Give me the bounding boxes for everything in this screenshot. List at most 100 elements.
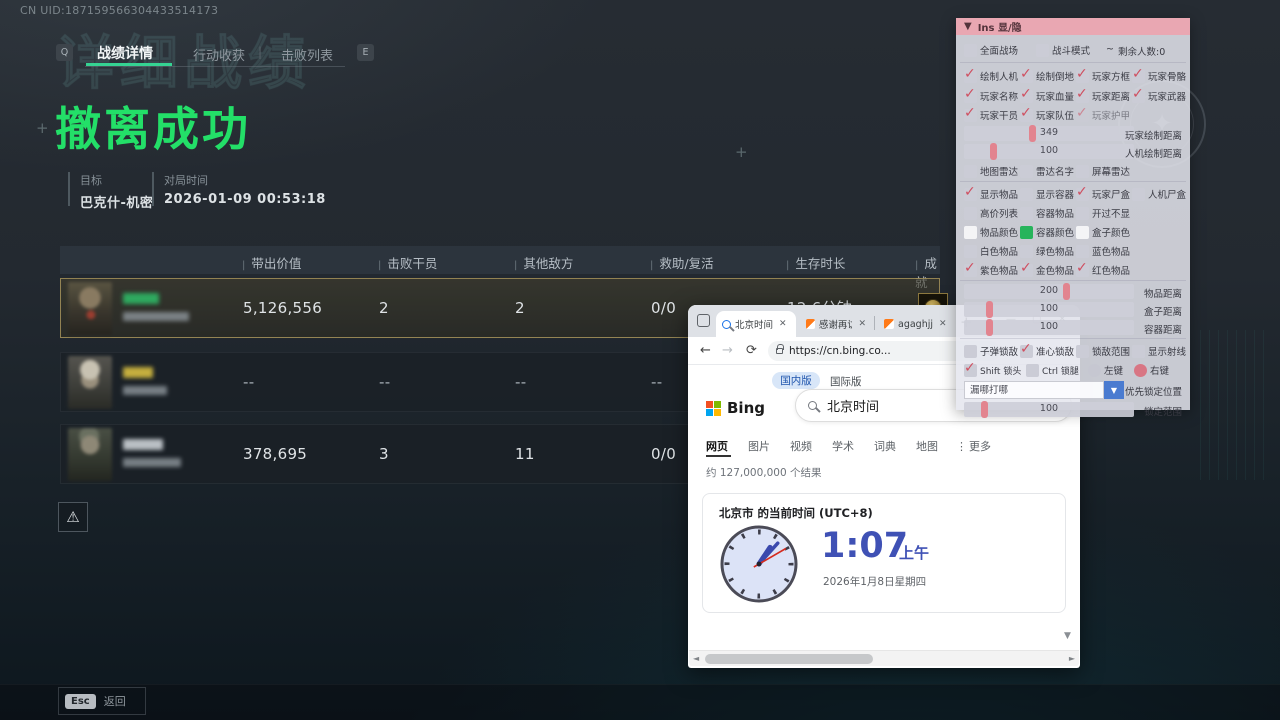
checkbox-label: 开过不显 (1092, 206, 1130, 220)
overlay-checkbox[interactable]: 蓝色物品 (1076, 243, 1130, 259)
close-tab-icon[interactable]: ✕ (858, 319, 866, 329)
slider-handle[interactable] (1063, 283, 1070, 300)
overlay-checkbox[interactable]: Ctrl 锁腿 (1026, 362, 1079, 378)
priority-dropdown[interactable]: 漏哪打哪 (964, 381, 1104, 399)
overlay-checkbox[interactable]: 屏幕雷达 (1076, 163, 1130, 179)
checkbox-label: 紫色物品 (980, 263, 1018, 277)
serp-tab-videos[interactable]: 视频 (790, 438, 812, 454)
slider-handle[interactable] (986, 301, 993, 318)
overlay-slider-row: 100 盒子距离 (964, 302, 1182, 318)
overlay-checkbox[interactable]: 玩家尸盒 (1076, 186, 1130, 202)
serp-tab-dictionary[interactable]: 词典 (874, 438, 896, 454)
slider-handle[interactable] (990, 143, 997, 160)
scroll-left-arrow-icon[interactable]: ◄ (693, 654, 699, 663)
overlay-checkbox[interactable]: 绘制人机 (964, 68, 1018, 84)
bing-logo-icon[interactable] (706, 401, 721, 416)
browser-tab-3[interactable]: agaghjj ✕ (878, 311, 954, 337)
collapse-triangle-icon[interactable]: ▼ (964, 21, 972, 32)
tab-kill-list[interactable]: 击败列表 (281, 45, 333, 64)
browser-tab-beijing-time[interactable]: 北京时间 ✕ (716, 311, 796, 337)
slider-track[interactable]: 200 (964, 284, 1134, 299)
overlay-checkbox[interactable]: 玩家血量 (1020, 88, 1074, 104)
overlay-checkbox[interactable]: 绿色物品 (1020, 243, 1074, 259)
scrollbar-thumb[interactable] (705, 654, 873, 664)
tab-layout-icon[interactable] (697, 314, 710, 327)
overlay-checkbox[interactable]: 地图雷达 (964, 163, 1018, 179)
overlay-header[interactable]: ▼ Ins 显/隐 (956, 18, 1190, 35)
overlay-checkbox[interactable]: 玩家护甲 (1076, 107, 1130, 123)
overlay-checkbox[interactable]: 白色物品 (964, 243, 1018, 259)
overlay-checkbox[interactable]: 玩家干员 (964, 107, 1018, 123)
overlay-checkbox[interactable]: 显示物品 (964, 186, 1018, 202)
version-domestic-pill[interactable]: 国内版 (772, 372, 820, 389)
cell-value: 378,695 (243, 425, 307, 483)
slider-handle[interactable] (981, 401, 988, 418)
overlay-checkbox[interactable]: Shift 锁头 (964, 362, 1021, 378)
overlay-checkbox[interactable]: 玩家队伍 (1020, 107, 1074, 123)
overlay-checkbox[interactable]: 紫色物品 (964, 262, 1018, 278)
checkbox-label: 准心锁敌 (1036, 344, 1074, 358)
serp-tab-more[interactable]: ⋮更多 (956, 438, 991, 454)
overlay-checkbox[interactable]: 战斗模式 (1036, 42, 1090, 58)
overlay-color-picker[interactable]: 物品颜色 (964, 224, 1018, 240)
overlay-checkbox[interactable]: 玩家名称 (964, 88, 1018, 104)
slider-track[interactable]: 100 (964, 320, 1134, 335)
serp-tab-images[interactable]: 图片 (748, 438, 770, 454)
overlay-checkbox[interactable]: 准心锁敌 (1020, 343, 1074, 359)
overlay-checkbox[interactable]: 玩家骨骼 (1132, 68, 1186, 84)
tab-operation-gains[interactable]: 行动收获 (193, 45, 245, 64)
close-tab-icon[interactable]: ✕ (779, 319, 787, 329)
color-swatch-icon[interactable] (1020, 226, 1033, 239)
overlay-radio[interactable]: 左键 (1088, 362, 1123, 378)
slider-handle[interactable] (986, 319, 993, 336)
overlay-radio[interactable]: 右键 (1134, 362, 1169, 378)
overlay-checkbox[interactable]: 人机尸盒 (1132, 186, 1186, 202)
warning-button[interactable]: ⚠ (58, 502, 88, 532)
scroll-down-arrow-icon[interactable]: ▼ (1064, 631, 1071, 641)
serp-tab-academic[interactable]: 学术 (832, 438, 854, 454)
overlay-checkbox[interactable]: 子弹锁敌 (964, 343, 1018, 359)
overlay-checkbox[interactable]: 玩家距离 (1076, 88, 1130, 104)
overlay-checkbox[interactable]: 雷达名字 (1020, 163, 1074, 179)
horizontal-scrollbar[interactable]: ◄ ► (689, 650, 1079, 666)
dropdown-arrow-icon[interactable]: ▼ (1104, 381, 1124, 399)
overlay-checkbox[interactable]: 显示射线 (1132, 343, 1186, 359)
overlay-checkbox[interactable]: 开过不显 (1076, 205, 1130, 221)
color-swatch-icon[interactable] (1076, 226, 1089, 239)
back-button[interactable]: Esc 返回 (58, 687, 146, 715)
overlay-checkbox[interactable]: 绘制倒地 (1020, 68, 1074, 84)
serp-tab-web[interactable]: 网页 (706, 438, 728, 454)
overlay-color-picker[interactable]: 盒子颜色 (1076, 224, 1130, 240)
overlay-checkbox[interactable]: 高价列表 (964, 205, 1018, 221)
overlay-color-picker[interactable]: 容器颜色 (1020, 224, 1074, 240)
overlay-checkbox[interactable]: 显示容器 (1020, 186, 1074, 202)
color-swatch-icon[interactable] (964, 226, 977, 239)
overlay-checkbox[interactable]: 玩家武器 (1132, 88, 1186, 104)
slider-track[interactable]: 100 (964, 144, 1134, 159)
close-tab-icon[interactable]: ✕ (939, 319, 947, 329)
scroll-right-arrow-icon[interactable]: ► (1069, 654, 1075, 663)
checkbox-icon (1020, 207, 1033, 220)
slider-track[interactable]: 349 (964, 126, 1134, 141)
checkbox-icon (1020, 245, 1033, 258)
slider-handle[interactable] (1029, 125, 1036, 142)
serp-tab-maps[interactable]: 地图 (916, 438, 938, 454)
radio-label: 左键 (1104, 363, 1123, 377)
bing-logo-text[interactable]: Bing (727, 399, 765, 417)
forward-icon[interactable]: → (722, 343, 733, 358)
overlay-row: 子弹锁敌 准心锁敌 锁敌范围 显示射线 (964, 343, 1182, 359)
slider-label: 锁定范围 (1144, 404, 1182, 418)
overlay-checkbox[interactable]: 金色物品 (1020, 262, 1074, 278)
slider-track[interactable]: 100 (964, 402, 1134, 417)
overlay-checkbox[interactable]: 全面战场 (964, 42, 1018, 58)
overlay-checkbox[interactable]: 容器物品 (1020, 205, 1074, 221)
browser-tab-2[interactable]: 感谢再访 ✕ (800, 311, 872, 337)
overlay-checkbox[interactable]: 锁敌范围 (1076, 343, 1130, 359)
overlay-checkbox[interactable]: 玩家方框 (1076, 68, 1130, 84)
back-icon[interactable]: ← (700, 343, 711, 358)
overlay-checkbox[interactable]: 红色物品 (1076, 262, 1130, 278)
version-international-link[interactable]: 国际版 (830, 374, 862, 389)
slider-track[interactable]: 100 (964, 302, 1134, 317)
refresh-icon[interactable]: ⟳ (746, 343, 757, 358)
tab-battle-details[interactable]: 战绩详情 (97, 43, 153, 63)
